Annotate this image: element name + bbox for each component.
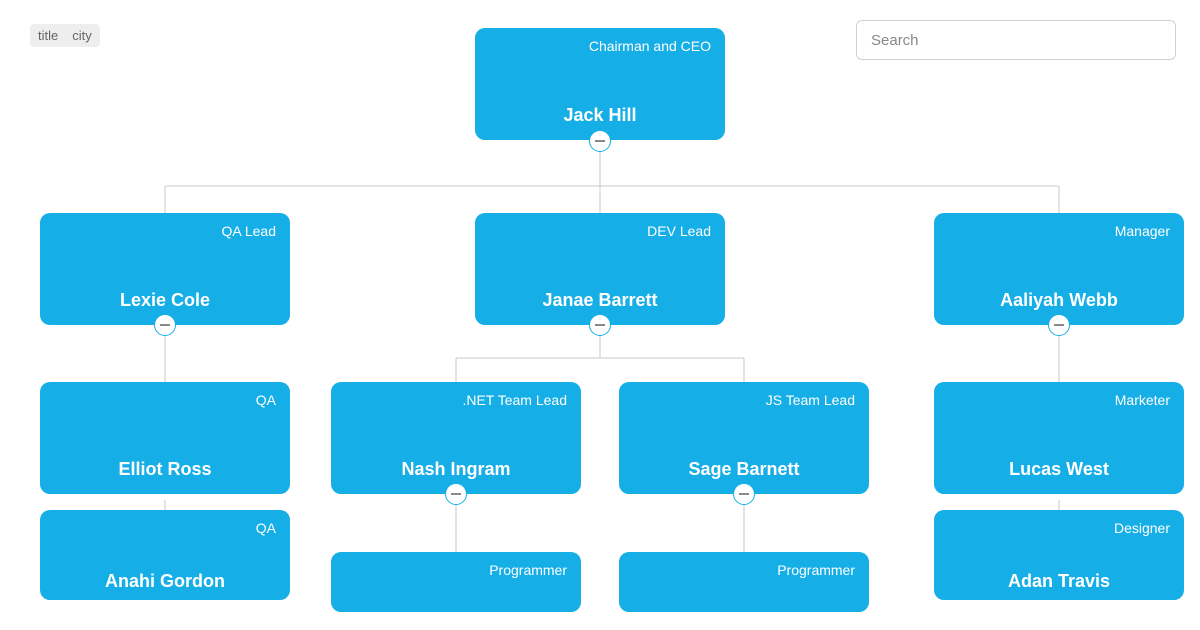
toggle-city[interactable]: city (72, 28, 92, 43)
org-node-qa-lead[interactable]: QA Lead Lexie Cole (40, 213, 290, 325)
org-node-marketer[interactable]: Marketer Lucas West (934, 382, 1184, 494)
toggle-title[interactable]: title (38, 28, 58, 43)
node-title: QA Lead (54, 223, 276, 239)
node-title: Marketer (948, 392, 1170, 408)
collapse-toggle[interactable] (589, 314, 611, 336)
org-node-js-lead[interactable]: JS Team Lead Sage Barnett (619, 382, 869, 494)
node-title: Designer (948, 520, 1170, 536)
org-node-net-lead[interactable]: .NET Team Lead Nash Ingram (331, 382, 581, 494)
org-node-programmer-2[interactable]: Programmer (619, 552, 869, 612)
node-title: Programmer (345, 562, 567, 578)
org-node-designer[interactable]: Designer Adan Travis (934, 510, 1184, 600)
node-title: QA (54, 520, 276, 536)
node-name: Elliot Ross (54, 459, 276, 480)
org-node-dev-lead[interactable]: DEV Lead Janae Barrett (475, 213, 725, 325)
node-name: Lucas West (948, 459, 1170, 480)
org-node-manager[interactable]: Manager Aaliyah Webb (934, 213, 1184, 325)
search-input[interactable] (856, 20, 1176, 60)
collapse-toggle[interactable] (445, 483, 467, 505)
node-name: Nash Ingram (345, 459, 567, 480)
org-node-qa-2[interactable]: QA Anahi Gordon (40, 510, 290, 600)
node-name: Aaliyah Webb (948, 290, 1170, 311)
org-node-qa-1[interactable]: QA Elliot Ross (40, 382, 290, 494)
node-name: Sage Barnett (633, 459, 855, 480)
collapse-toggle[interactable] (589, 130, 611, 152)
view-toggle-toolbar: title city (30, 24, 100, 47)
node-title: Chairman and CEO (489, 38, 711, 54)
collapse-toggle[interactable] (154, 314, 176, 336)
node-title: QA (54, 392, 276, 408)
node-title: Manager (948, 223, 1170, 239)
node-title: DEV Lead (489, 223, 711, 239)
node-name: Anahi Gordon (54, 571, 276, 592)
node-title: Programmer (633, 562, 855, 578)
collapse-toggle[interactable] (733, 483, 755, 505)
node-name: Adan Travis (948, 571, 1170, 592)
node-name: Jack Hill (489, 105, 711, 126)
org-node-ceo[interactable]: Chairman and CEO Jack Hill (475, 28, 725, 140)
node-name: Janae Barrett (489, 290, 711, 311)
node-title: .NET Team Lead (345, 392, 567, 408)
node-name: Lexie Cole (54, 290, 276, 311)
collapse-toggle[interactable] (1048, 314, 1070, 336)
org-node-programmer-1[interactable]: Programmer (331, 552, 581, 612)
node-title: JS Team Lead (633, 392, 855, 408)
